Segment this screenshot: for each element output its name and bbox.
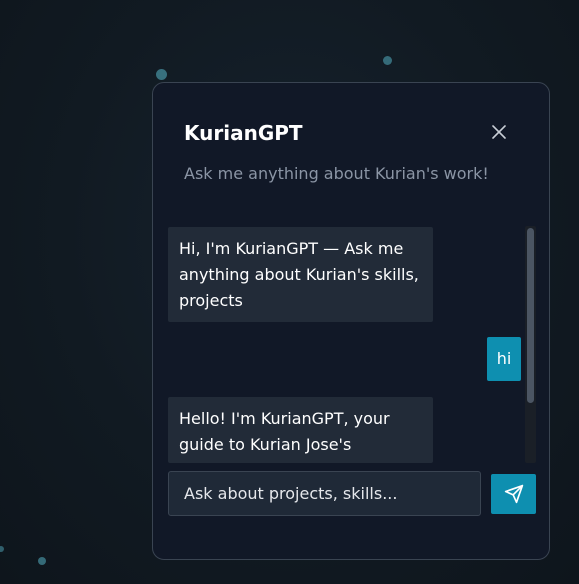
background-particle bbox=[0, 546, 4, 552]
background-particle bbox=[38, 557, 46, 565]
chat-panel: KurianGPT Ask me anything about Kurian's… bbox=[152, 82, 550, 560]
bot-message: Hello! I'm KurianGPT, your guide to Kuri… bbox=[168, 397, 433, 463]
chat-subtitle: Ask me anything about Kurian's work! bbox=[184, 164, 489, 183]
scrollbar-thumb[interactable] bbox=[527, 228, 534, 403]
bot-message: Hi, I'm KurianGPT — Ask me anything abou… bbox=[168, 227, 433, 322]
close-icon bbox=[492, 125, 506, 139]
background-particle bbox=[383, 56, 392, 65]
close-button[interactable] bbox=[490, 123, 508, 141]
send-icon bbox=[504, 484, 523, 504]
message-list[interactable]: Hi, I'm KurianGPT — Ask me anything abou… bbox=[168, 227, 521, 463]
send-button[interactable] bbox=[491, 474, 536, 514]
background-particle bbox=[156, 69, 167, 80]
user-message: hi bbox=[487, 337, 521, 381]
chat-title: KurianGPT bbox=[184, 121, 303, 145]
message-scrollbar[interactable] bbox=[525, 226, 536, 463]
chat-input[interactable] bbox=[168, 471, 481, 516]
